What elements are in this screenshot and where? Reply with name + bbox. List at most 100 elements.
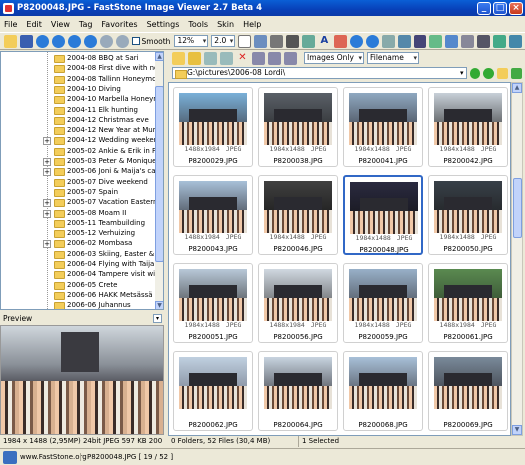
ratio-select[interactable]: 2.0 xyxy=(211,35,236,47)
menu-settings[interactable]: Settings xyxy=(147,20,180,29)
website-link[interactable]: www.FastStone.org xyxy=(20,453,87,461)
menu-view[interactable]: View xyxy=(51,20,70,29)
tree-item-label: 2004-08 Tallinn Honeymoon pa xyxy=(67,74,164,83)
thumbnail-item[interactable]: 1984x1488 JPEG P8200051.JPG xyxy=(173,263,253,343)
thumbnail-item[interactable]: P8200064.JPG xyxy=(258,351,338,431)
open-folder-icon[interactable] xyxy=(4,34,17,48)
exit-icon[interactable] xyxy=(509,34,523,48)
collapse-icon[interactable]: ▾ xyxy=(153,314,162,323)
menu-edit[interactable]: Edit xyxy=(26,20,42,29)
zoom-out-icon[interactable] xyxy=(115,34,129,48)
thumbnail-item[interactable]: 1984x1488 JPEG P8200050.JPG xyxy=(428,175,508,255)
zoom-select[interactable]: 12% xyxy=(174,35,209,47)
scroll-down-button[interactable]: ▼ xyxy=(155,301,163,309)
up-folder-icon[interactable] xyxy=(497,67,509,79)
zoom-in-icon[interactable] xyxy=(99,34,113,48)
refresh-icon[interactable] xyxy=(511,67,522,79)
resize-icon[interactable] xyxy=(301,34,315,48)
thumbnail-item[interactable]: 1984x1488 JPEG P8200042.JPG xyxy=(428,87,508,167)
delete-icon[interactable]: ✕ xyxy=(236,52,249,65)
thumbnail-filename: P8200029.JPG xyxy=(188,157,238,165)
first-icon[interactable] xyxy=(67,34,81,48)
scroll-thumb[interactable] xyxy=(155,86,163,262)
move-icon[interactable] xyxy=(220,51,233,65)
thumbnail-scrollbar[interactable]: ▲ ▼ xyxy=(511,82,523,436)
save-icon[interactable] xyxy=(19,34,33,48)
rotate-left-icon[interactable] xyxy=(349,34,363,48)
thumbnail-grid[interactable]: 1488x1984 JPEG P8200029.JPG 1984x1488 JPEG P8… xyxy=(168,82,511,436)
thumbnail-item[interactable]: 1984x1488 JPEG P8200046.JPG xyxy=(258,175,338,255)
scroll-thumb[interactable] xyxy=(513,178,522,238)
print-icon[interactable] xyxy=(477,34,491,48)
scroll-down-button[interactable]: ▼ xyxy=(512,425,522,435)
menu-tools[interactable]: Tools xyxy=(188,20,208,29)
maximize-button[interactable]: □ xyxy=(493,1,507,15)
fit-icon[interactable] xyxy=(238,34,252,48)
color-icon[interactable] xyxy=(333,34,347,48)
new-folder-icon[interactable] xyxy=(188,51,201,65)
last-icon[interactable] xyxy=(83,34,97,48)
tree-item-label: 2005-02 Ankie & Erik in Finland xyxy=(67,146,163,155)
menu-file[interactable]: File xyxy=(4,20,17,29)
thumbnail-item[interactable]: 1984x1488 JPEG P8200059.JPG xyxy=(343,263,423,343)
path-input[interactable]: G:\pictures\2006-08 Lordi\ xyxy=(172,67,467,79)
thumbnail-item[interactable]: P8200062.JPG xyxy=(173,351,253,431)
expand-icon[interactable]: + xyxy=(43,240,51,249)
thumbnail-item[interactable]: 1488x1984 JPEG P8200029.JPG xyxy=(173,87,253,167)
text-icon[interactable]: A xyxy=(318,35,331,48)
thumbnail-item[interactable]: 1984x1488 JPEG P8200041.JPG xyxy=(343,87,423,167)
thumbnail-item[interactable]: P8200069.JPG xyxy=(428,351,508,431)
scroll-up-button[interactable]: ▲ xyxy=(512,83,522,93)
rotate-right-icon[interactable] xyxy=(365,34,379,48)
expand-icon[interactable]: + xyxy=(43,158,51,166)
close-button[interactable]: × xyxy=(509,1,523,15)
menu-tag[interactable]: Tag xyxy=(79,20,93,29)
fullscreen-icon[interactable] xyxy=(413,34,427,48)
thumbnail-item[interactable]: 1488x1984 JPEG P8200043.JPG xyxy=(173,175,253,255)
go-forward-icon[interactable] xyxy=(483,67,495,79)
preview-image[interactable] xyxy=(0,325,164,435)
scroll-up-button[interactable]: ▲ xyxy=(155,52,163,61)
slideshow-icon[interactable] xyxy=(397,34,411,48)
forward-icon[interactable] xyxy=(51,34,65,48)
expand-icon[interactable]: + xyxy=(43,137,51,146)
checkbox-box[interactable] xyxy=(131,37,140,45)
menu-favorites[interactable]: Favorites xyxy=(101,20,137,29)
details-icon[interactable] xyxy=(284,51,297,65)
crop-icon[interactable] xyxy=(286,34,299,48)
thumbnail-format: JPEG xyxy=(310,145,327,153)
email-icon[interactable] xyxy=(461,34,475,48)
folder-count: 0 Folders, 52 Files (30,4 MB) xyxy=(171,437,271,445)
compare-icon[interactable] xyxy=(429,34,443,48)
wallpaper-icon[interactable] xyxy=(445,34,459,48)
menu-skin[interactable]: Skin xyxy=(217,20,234,29)
copy-icon[interactable] xyxy=(204,51,217,65)
smooth-checkbox[interactable]: Smooth xyxy=(131,37,170,46)
expand-icon[interactable]: + xyxy=(43,168,51,177)
tree-item-label: 2006-02 Mombasa xyxy=(67,239,133,248)
sort-select[interactable]: Filename xyxy=(367,52,419,64)
thumbnail-filename: P8200046.JPG xyxy=(273,245,323,253)
tree-scrollbar[interactable]: ▲ ▼ xyxy=(155,52,163,309)
favorites-icon[interactable] xyxy=(172,51,185,65)
back-icon[interactable] xyxy=(35,34,49,48)
go-back-icon[interactable] xyxy=(469,67,481,79)
thumbnail-item[interactable]: 1984x1488 JPEG P8200038.JPG xyxy=(258,87,338,167)
filmstrip-icon[interactable] xyxy=(268,51,281,65)
thumbnail-item[interactable]: 1488x1984 JPEG P8200061.JPG xyxy=(428,263,508,343)
actual-size-icon[interactable] xyxy=(254,34,268,48)
flip-icon[interactable] xyxy=(381,34,395,48)
thumbnail-item[interactable]: 1984x1488 JPEG P8200048.JPG xyxy=(343,175,423,255)
expand-icon[interactable]: + xyxy=(43,209,51,218)
menu-help[interactable]: Help xyxy=(243,20,261,29)
thumbnail-item[interactable]: P8200068.JPG xyxy=(343,351,423,431)
minimize-button[interactable]: _ xyxy=(477,1,491,15)
thumbnails-icon[interactable] xyxy=(252,51,265,65)
filter-select[interactable]: Images Only xyxy=(304,52,364,64)
title-bar[interactable]: P8200048.JPG - FastStone Image Viewer 2.… xyxy=(0,0,525,16)
expand-icon[interactable]: + xyxy=(43,199,51,208)
select-icon[interactable] xyxy=(270,34,284,48)
browser-icon[interactable] xyxy=(493,34,507,48)
folder-tree[interactable]: 2004-08 BBQ at Sari 2004-08 First dive wi… xyxy=(0,51,164,310)
thumbnail-item[interactable]: 1488x1984 JPEG P8200056.JPG xyxy=(258,263,338,343)
